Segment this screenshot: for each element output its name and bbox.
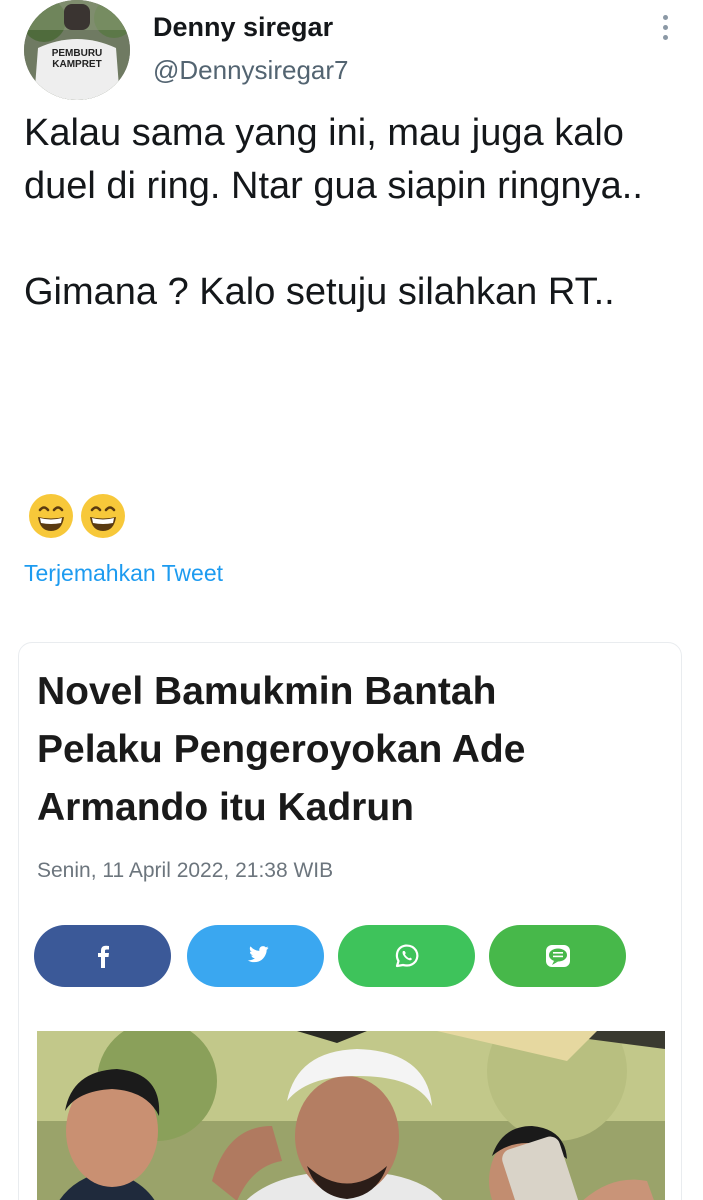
more-options-button[interactable] (650, 10, 680, 44)
share-twitter-button[interactable] (187, 925, 324, 987)
more-dot-icon (662, 24, 668, 30)
more-dot-icon (662, 14, 668, 20)
line-icon (545, 945, 570, 967)
avatar[interactable]: PEMBURU KAMPRET (24, 0, 130, 100)
tweet-text: Kalau sama yang ini, mau juga kalo duel … (24, 107, 674, 319)
whatsapp-icon (395, 944, 418, 968)
grinning-face-icon (29, 494, 73, 538)
share-whatsapp-button[interactable] (338, 925, 475, 987)
article-photo[interactable] (37, 1031, 665, 1200)
twitter-icon (247, 946, 269, 963)
tweet-paragraph: Kalau sama yang ini, mau juga kalo duel … (24, 112, 643, 207)
emoji-row (28, 493, 126, 539)
article-card[interactable]: Novel Bamukmin Bantah Pelaku Pengeroyoka… (18, 642, 682, 1200)
author-handle[interactable]: @Dennysiregar7 (153, 55, 348, 86)
tweet-paragraph: Gimana ? Kalo setuju silahkan RT.. (24, 271, 615, 313)
author-name[interactable]: Denny siregar (153, 12, 333, 43)
avatar-shirt-text-1: PEMBURU (52, 48, 103, 59)
more-dot-icon (662, 34, 668, 40)
facebook-icon (97, 945, 109, 968)
avatar-shirt-text-2: KAMPRET (52, 59, 101, 70)
article-headline[interactable]: Novel Bamukmin Bantah Pelaku Pengeroyoka… (37, 663, 597, 837)
tweet-screenshot: PEMBURU KAMPRET Denny siregar @Dennysire… (0, 0, 703, 1200)
share-facebook-button[interactable] (34, 925, 171, 987)
article-date: Senin, 11 April 2022, 21:38 WIB (37, 859, 334, 882)
share-line-button[interactable] (489, 925, 626, 987)
grinning-face-icon (81, 494, 125, 538)
translate-tweet-link[interactable]: Terjemahkan Tweet (24, 560, 223, 587)
